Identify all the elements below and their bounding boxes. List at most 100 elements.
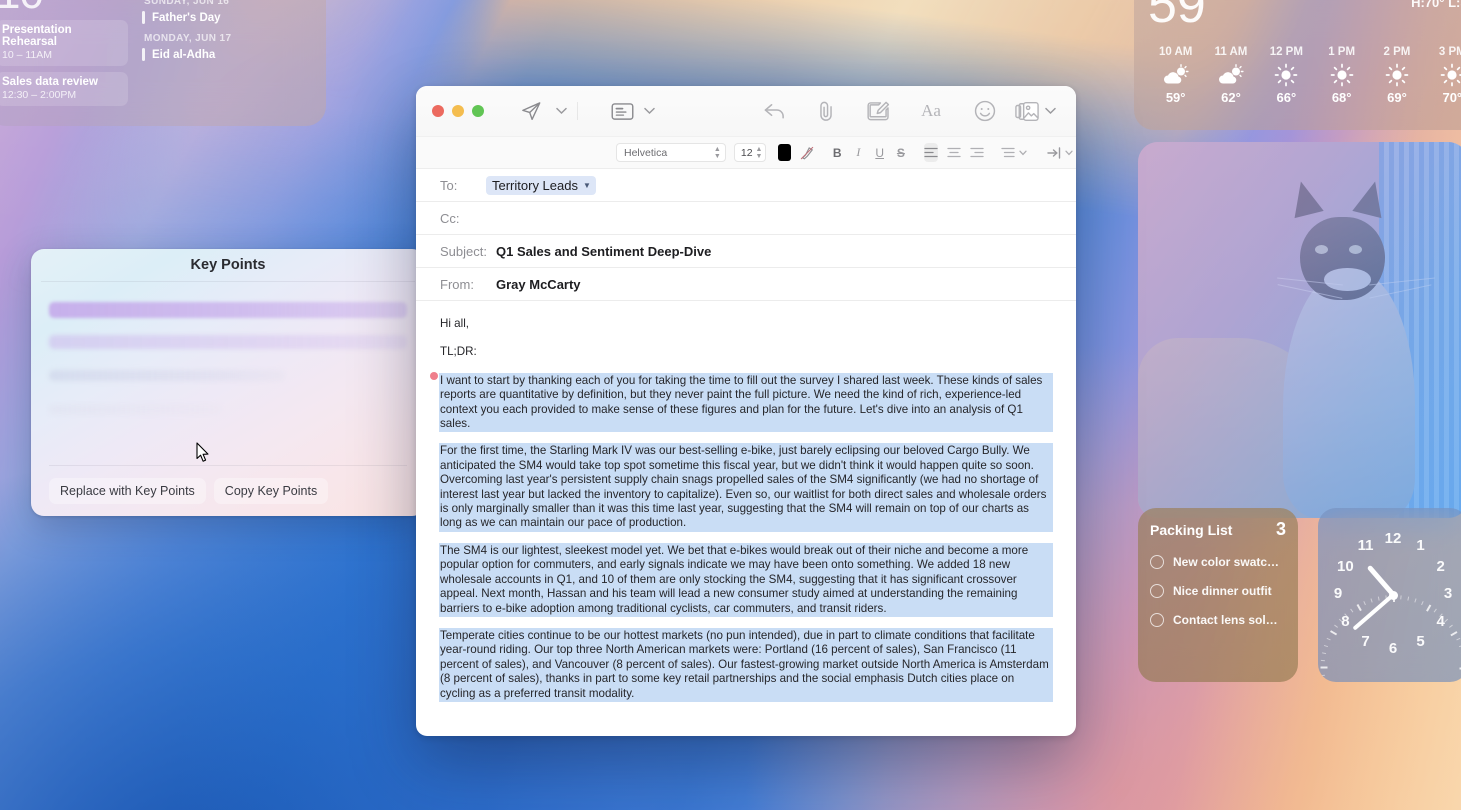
subject-field-row[interactable]: Subject: Q1 Sales and Sentiment Deep-Div… (416, 235, 1076, 268)
close-button[interactable] (432, 105, 444, 117)
recipient-token-label: Territory Leads (492, 177, 578, 193)
header-fields-button[interactable] (607, 97, 637, 125)
maximize-button[interactable] (472, 105, 484, 117)
indent-button[interactable] (1047, 143, 1061, 162)
align-left-button[interactable] (924, 143, 939, 162)
clock-numeral: 10 (1337, 557, 1354, 575)
calendar-event[interactable]: Sales data review 12:30 – 2:00PM (0, 72, 128, 106)
weather-hour-time: 2 PM (1383, 46, 1411, 58)
calendar-holiday-row[interactable]: Eid al-Adha (142, 48, 318, 61)
recipient-token-territory-leads[interactable]: Territory Leads ▼ (486, 175, 596, 195)
partly-cloudy-icon (1203, 62, 1258, 88)
photo-color-tint (1138, 142, 1461, 518)
replace-with-key-points-button[interactable]: Replace with Key Points (49, 478, 206, 504)
format-button[interactable]: Aa (904, 97, 958, 125)
italic-button[interactable]: I (852, 143, 865, 162)
mouse-cursor-icon (196, 442, 210, 464)
partly-cloudy-icon (1148, 62, 1203, 88)
calendar-event-title: Presentation Rehearsal (2, 24, 72, 48)
calendar-accent-bar (142, 48, 145, 61)
calendar-date-header: MONDAY, JUN 17 (144, 33, 232, 44)
checkbox-circle-icon[interactable] (1150, 584, 1164, 598)
strikethrough-button[interactable]: S (894, 143, 907, 162)
font-size-select[interactable]: 12 ▲ ▼ (733, 143, 767, 162)
calendar-event-time: 10 – 11AM (2, 49, 53, 61)
photo-options-chevron-down-icon[interactable] (1042, 97, 1058, 125)
weather-hour-time: 11 AM (1214, 46, 1248, 58)
attach-file-button[interactable] (800, 97, 852, 125)
weather-hour-temp: 68° (1331, 90, 1352, 105)
stepper-arrows-icon: ▲ ▼ (755, 145, 763, 160)
photos-widget[interactable] (1138, 142, 1461, 518)
weather-hour-time: 10 AM (1158, 46, 1193, 58)
weather-current-temp: 59° (1148, 0, 1227, 34)
align-center-button[interactable] (947, 143, 961, 162)
packing-list-item[interactable]: New color swatc… (1150, 555, 1286, 569)
weather-hourly-row: 10 AM 59° 11 AM 62° 12 PM 66° 1 PM 68° 2… (1148, 46, 1461, 105)
sun-icon (1259, 62, 1314, 88)
clock-tick (1320, 668, 1393, 669)
header-fields-chevron-down-icon[interactable] (637, 97, 661, 125)
calendar-widget[interactable]: 10 Presentation Rehearsal 10 – 11AM Sale… (0, 0, 326, 126)
list-chevron-down-icon[interactable] (1017, 143, 1030, 162)
checkbox-circle-icon[interactable] (1150, 613, 1164, 627)
photo-browser-button[interactable] (1012, 97, 1042, 125)
body-paragraph: I want to start by thanking each of you … (440, 373, 1052, 432)
clock-numeral: 9 (1333, 585, 1343, 602)
from-value: Gray McCarty (496, 276, 581, 292)
key-points-placeholder-line (49, 335, 407, 349)
weather-hour-temp: 66° (1276, 90, 1297, 105)
packing-list-item-label: Contact lens sol… (1173, 613, 1278, 627)
emoji-button[interactable] (958, 97, 1012, 125)
weather-hour-cell: 2 PM 69° (1369, 46, 1424, 105)
weather-hour-cell: 12 PM 66° (1259, 46, 1314, 105)
clock-widget[interactable]: 12 1 2 3 4 5 6 7 8 9 10 11 (1318, 508, 1461, 682)
body-paragraph: For the first time, the Starling Mark IV… (440, 444, 1052, 531)
highlight-icon[interactable] (800, 143, 814, 162)
clock-numeral: 12 (1384, 530, 1402, 547)
calendar-event[interactable]: Presentation Rehearsal 10 – 11AM (0, 20, 128, 66)
selection-handle-icon[interactable] (430, 371, 438, 380)
to-field-row[interactable]: To: Territory Leads ▼ (416, 169, 1076, 202)
key-points-placeholder-line (49, 405, 221, 414)
copy-key-points-button[interactable]: Copy Key Points (213, 478, 329, 504)
key-points-panel[interactable]: Key Points Replace with Key Points Copy … (31, 249, 425, 516)
calendar-today-column: 10 Presentation Rehearsal 10 – 11AM Sale… (0, 0, 138, 126)
packing-list-title: Packing List (1150, 521, 1233, 538)
list-button[interactable] (1001, 143, 1015, 162)
markup-button[interactable] (852, 97, 904, 125)
cc-field-row[interactable]: Cc: (416, 202, 1076, 235)
packing-list-item[interactable]: Contact lens sol… (1150, 613, 1286, 627)
key-points-placeholder-line (49, 302, 407, 318)
underline-button[interactable]: U (873, 143, 886, 162)
from-field-row[interactable]: From: Gray McCarty (416, 268, 1076, 301)
selected-text-block[interactable]: I want to start by thanking each of you … (430, 371, 1052, 701)
send-button[interactable] (514, 97, 548, 125)
weather-hour-time: 12 PM (1269, 46, 1303, 58)
key-points-title: Key Points (190, 257, 266, 273)
calendar-holiday-name: Father's Day (152, 11, 221, 24)
weather-hour-temp: 70° (1442, 90, 1461, 105)
mail-compose-window[interactable]: Aa Helvetica ▲ ▼ 12 ▲ ▼ B I U S To: Terr… (416, 86, 1076, 736)
to-label: To: (440, 177, 458, 193)
indent-chevron-down-icon[interactable] (1063, 143, 1076, 162)
text-color-swatch[interactable] (778, 144, 791, 161)
packing-list-item[interactable]: Nice dinner outfit (1150, 584, 1286, 598)
minimize-button[interactable] (452, 105, 464, 117)
subject-value: Q1 Sales and Sentiment Deep-Dive (496, 243, 712, 259)
weather-widget[interactable]: 59° Sunny H:70° L:54° 10 AM 59° 11 AM 62… (1134, 0, 1461, 130)
send-options-chevron-down-icon[interactable] (548, 97, 574, 125)
reply-button[interactable] (748, 97, 800, 125)
align-right-button[interactable] (970, 143, 984, 162)
sun-icon (1314, 62, 1369, 88)
font-family-select[interactable]: Helvetica ▲ ▼ (616, 143, 726, 162)
calendar-holiday-row[interactable]: Father's Day (142, 11, 318, 24)
font-size-value: 12 (740, 146, 753, 159)
mail-body-editor[interactable]: Hi all, TL;DR: I want to start by thanki… (416, 301, 1076, 736)
bold-button[interactable]: B (831, 143, 844, 162)
checkbox-circle-icon[interactable] (1150, 555, 1164, 569)
reminders-packing-list-widget[interactable]: Packing List 3 New color swatc… Nice din… (1138, 508, 1298, 682)
weather-hour-time: 1 PM (1328, 46, 1356, 58)
weather-hour-temp: 59° (1165, 90, 1186, 105)
key-points-actions: Replace with Key Points Copy Key Points (31, 466, 425, 504)
